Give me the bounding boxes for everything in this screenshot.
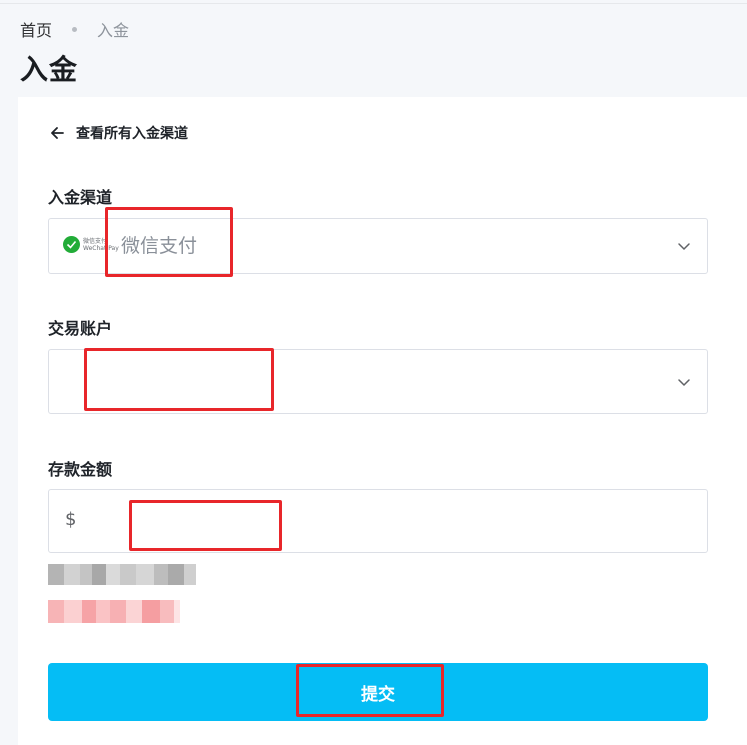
account-select[interactable] <box>48 349 708 414</box>
back-link-label: 查看所有入金渠道 <box>76 126 188 142</box>
amount-input[interactable] <box>89 500 689 542</box>
breadcrumb-separator <box>72 26 78 32</box>
currency-symbol: $ <box>65 509 77 530</box>
channel-label: 入金渠道 <box>48 188 113 207</box>
amount-field[interactable]: $ <box>48 489 708 553</box>
channel-selected-value: 微信支付 <box>121 235 198 257</box>
top-divider <box>0 3 747 4</box>
back-to-channels-link[interactable]: 查看所有入金渠道 <box>48 123 188 143</box>
wechat-logo-text-en: WeChat Pay <box>83 244 119 252</box>
wechat-pay-logo: 微信支付 WeChat Pay <box>63 236 119 253</box>
chevron-down-icon <box>678 243 690 251</box>
arrow-left-icon <box>51 127 64 139</box>
account-label: 交易账户 <box>48 319 113 338</box>
wechat-logo-text-cn: 微信支付 <box>83 237 108 245</box>
submit-button[interactable]: 提交 <box>48 663 708 721</box>
breadcrumb: 首页 入金 <box>20 17 129 41</box>
breadcrumb-home[interactable]: 首页 <box>20 17 52 41</box>
redacted-info-line <box>48 564 196 585</box>
wechat-icon <box>63 236 80 253</box>
redacted-warning-line <box>48 600 180 623</box>
channel-select[interactable]: 微信支付 WeChat Pay 微信支付 <box>48 218 708 274</box>
breadcrumb-current: 入金 <box>97 21 130 40</box>
chevron-down-icon <box>678 378 690 386</box>
page-title: 入金 <box>20 53 79 86</box>
deposit-card <box>18 97 747 745</box>
amount-label: 存款金额 <box>48 460 113 479</box>
